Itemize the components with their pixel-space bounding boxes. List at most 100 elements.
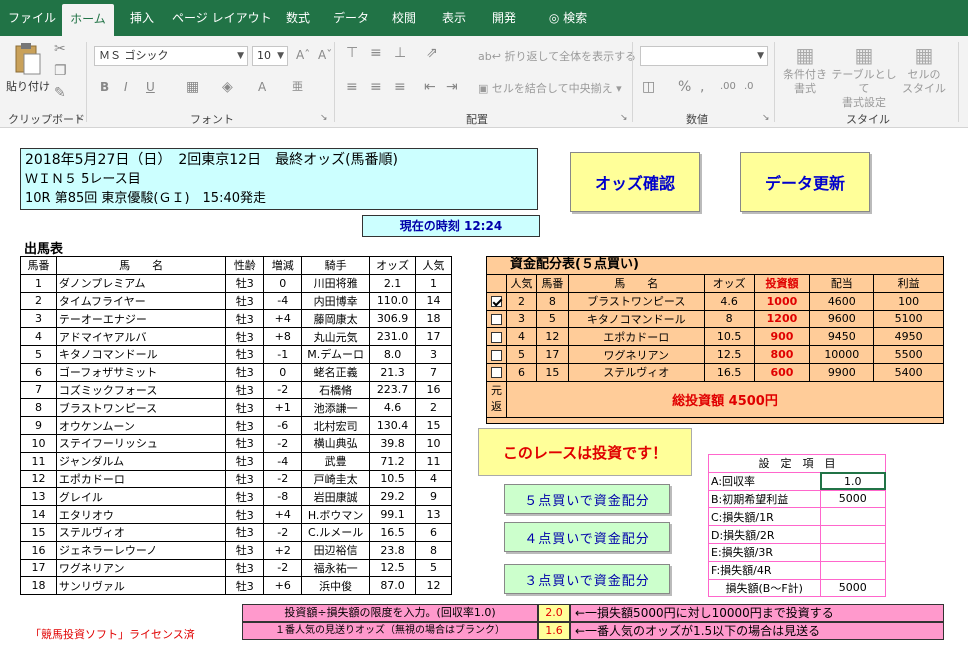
horse-cell[interactable]: 8.0 — [369, 344, 417, 364]
horse-cell[interactable]: サンリヴァル — [55, 576, 227, 596]
horse-cell[interactable]: -8 — [263, 487, 303, 507]
borders-icon[interactable]: ▦ — [186, 80, 199, 94]
horse-cell[interactable]: 8 — [20, 398, 57, 418]
horse-cell[interactable]: H.ボウマン — [301, 505, 371, 524]
horse-cell[interactable]: 130.4 — [369, 416, 417, 435]
horse-cell[interactable]: 4 — [415, 469, 452, 489]
allocation-cell[interactable]: 8 — [535, 291, 569, 311]
horse-cell[interactable]: 2 — [20, 291, 57, 311]
allocation-cell[interactable]: 4600 — [809, 291, 875, 311]
horse-cell[interactable]: 0 — [263, 362, 303, 382]
copy-icon[interactable]: ❐ — [54, 64, 67, 78]
align-left-icon[interactable]: ≡ — [346, 80, 358, 94]
conditional-format-button[interactable]: ▦ 条件付き 書式 — [780, 42, 830, 108]
cell-styles-button[interactable]: ▦ セルの スタイル — [898, 42, 950, 108]
allocation-cell[interactable]: 9900 — [809, 362, 875, 382]
horse-cell[interactable]: 21.3 — [369, 362, 417, 382]
horse-cell[interactable]: +1 — [263, 398, 303, 418]
align-bottom-icon[interactable]: ⊥ — [394, 46, 406, 60]
horse-cell[interactable]: 牡3 — [225, 362, 265, 382]
horse-cell[interactable]: 8 — [415, 540, 452, 560]
horse-cell[interactable]: 7 — [20, 380, 57, 400]
horse-cell[interactable]: 6 — [20, 362, 57, 382]
setting-value[interactable]: 5000 — [819, 578, 887, 598]
allocation-cell[interactable]: エポカドーロ — [567, 327, 705, 347]
allocation-cell[interactable]: 5100 — [873, 309, 944, 329]
horse-cell[interactable]: 福永祐一 — [301, 558, 371, 578]
setting-value[interactable] — [819, 542, 887, 562]
horse-cell[interactable]: C.ルメール — [301, 522, 371, 542]
horse-cell[interactable]: 牡3 — [225, 327, 265, 346]
allocation-cell[interactable]: 12 — [535, 327, 569, 347]
horse-cell[interactable]: 29.2 — [369, 487, 417, 507]
horse-cell[interactable]: 2.1 — [369, 273, 417, 293]
horse-cell[interactable]: 藤岡康太 — [301, 309, 371, 329]
fill-color-icon[interactable]: ◈ — [222, 80, 233, 94]
horse-cell[interactable]: 11 — [415, 451, 452, 471]
horse-cell[interactable]: 北村宏司 — [301, 416, 371, 435]
horse-cell[interactable]: 15 — [415, 416, 452, 435]
comma-icon[interactable]: , — [700, 80, 704, 94]
allocation-cell[interactable]: 5500 — [873, 345, 944, 364]
horse-cell[interactable]: 11 — [20, 451, 57, 471]
horse-cell[interactable]: 87.0 — [369, 576, 417, 596]
tab-home[interactable]: ホーム — [62, 4, 114, 36]
allocation-cell[interactable]: 600 — [753, 362, 811, 382]
horse-cell[interactable]: 牡3 — [225, 522, 265, 542]
horse-cell[interactable]: ワグネリアン — [55, 558, 227, 578]
number-format-combo[interactable]: ▼ — [640, 46, 768, 66]
allocation-cell[interactable]: ステルヴィオ — [567, 362, 705, 382]
horse-cell[interactable]: 16 — [20, 540, 57, 560]
horse-cell[interactable]: テーオーエナジー — [55, 309, 227, 329]
horse-cell[interactable]: -6 — [263, 416, 303, 435]
horse-cell[interactable]: 15 — [20, 522, 57, 542]
four-point-allocation-button[interactable]: ４点買いで資金配分 — [504, 522, 670, 552]
horse-cell[interactable]: 6 — [415, 522, 452, 542]
horse-cell[interactable]: ジャンダルム — [55, 451, 227, 471]
phonetic-icon[interactable]: 亜 — [292, 80, 303, 94]
allocation-cell[interactable]: 10.5 — [703, 327, 755, 347]
tab-insert[interactable]: 挿入 — [122, 0, 162, 36]
horse-cell[interactable]: 池添謙一 — [301, 398, 371, 418]
format-painter-icon[interactable]: ✎ — [54, 86, 66, 100]
font-launcher-icon[interactable]: ↘ — [320, 113, 328, 123]
horse-cell[interactable]: 10.5 — [369, 469, 417, 489]
paste-button[interactable] — [10, 42, 44, 76]
tab-file[interactable]: ファイル — [8, 0, 56, 36]
horse-cell[interactable]: 田辺裕信 — [301, 540, 371, 560]
tab-review[interactable]: 校閲 — [384, 0, 424, 36]
decrease-decimal-icon[interactable]: .0 — [744, 80, 754, 94]
horse-cell[interactable]: -4 — [263, 451, 303, 471]
allocation-cell[interactable]: 17 — [535, 345, 569, 364]
horse-cell[interactable]: 18 — [415, 309, 452, 329]
allocation-cell[interactable]: 3 — [505, 309, 537, 329]
horse-cell[interactable]: 牡3 — [225, 469, 265, 489]
allocation-cell[interactable]: 1200 — [753, 309, 811, 329]
horse-cell[interactable]: ゴーフォザサミット — [55, 362, 227, 382]
horse-cell[interactable]: +8 — [263, 327, 303, 346]
allocation-cell[interactable]: 900 — [753, 327, 811, 347]
five-point-allocation-button[interactable]: ５点買いで資金配分 — [504, 484, 670, 514]
setting-value[interactable]: 1.0 — [819, 471, 887, 491]
increase-decimal-icon[interactable]: .00 — [720, 80, 736, 94]
setting-value[interactable] — [819, 507, 887, 527]
horse-cell[interactable]: 牡3 — [225, 344, 265, 364]
tab-data[interactable]: データ — [328, 0, 374, 36]
horse-cell[interactable]: 12.5 — [369, 558, 417, 578]
odds-check-button[interactable]: オッズ確認 — [570, 152, 700, 212]
align-center-icon[interactable]: ≡ — [370, 80, 382, 94]
wrap-text-button[interactable]: ab↩ 折り返して全体を表示する — [478, 48, 636, 64]
font-color-icon[interactable]: A — [258, 80, 266, 94]
horse-cell[interactable]: 岩田康誠 — [301, 487, 371, 507]
shrink-font-icon[interactable]: Aˇ — [318, 48, 332, 62]
horse-cell[interactable]: 306.9 — [369, 309, 417, 329]
horse-cell[interactable]: M.デムーロ — [301, 344, 371, 364]
horse-cell[interactable]: 3 — [20, 309, 57, 329]
horse-cell[interactable]: 23.8 — [369, 540, 417, 560]
horse-cell[interactable]: 牡3 — [225, 540, 265, 560]
horse-cell[interactable]: 13 — [20, 487, 57, 507]
horse-cell[interactable]: -4 — [263, 291, 303, 311]
horse-cell[interactable]: 9 — [20, 416, 57, 435]
horse-cell[interactable]: 12 — [415, 576, 452, 596]
horse-cell[interactable]: ステイフーリッシュ — [55, 433, 227, 453]
